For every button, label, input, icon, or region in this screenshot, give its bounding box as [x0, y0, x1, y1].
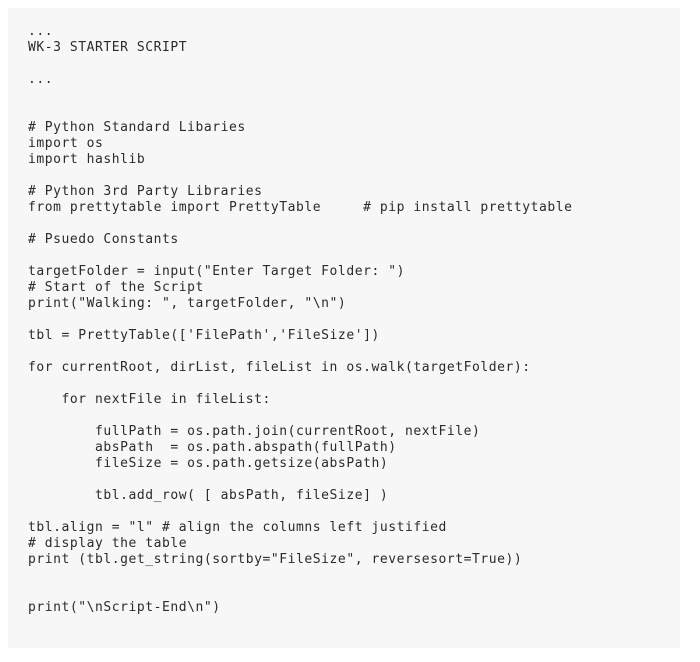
python-code-listing: ... WK-3 STARTER SCRIPT ... # Python Sta… — [28, 24, 573, 615]
code-panel: ... WK-3 STARTER SCRIPT ... # Python Sta… — [8, 8, 680, 648]
